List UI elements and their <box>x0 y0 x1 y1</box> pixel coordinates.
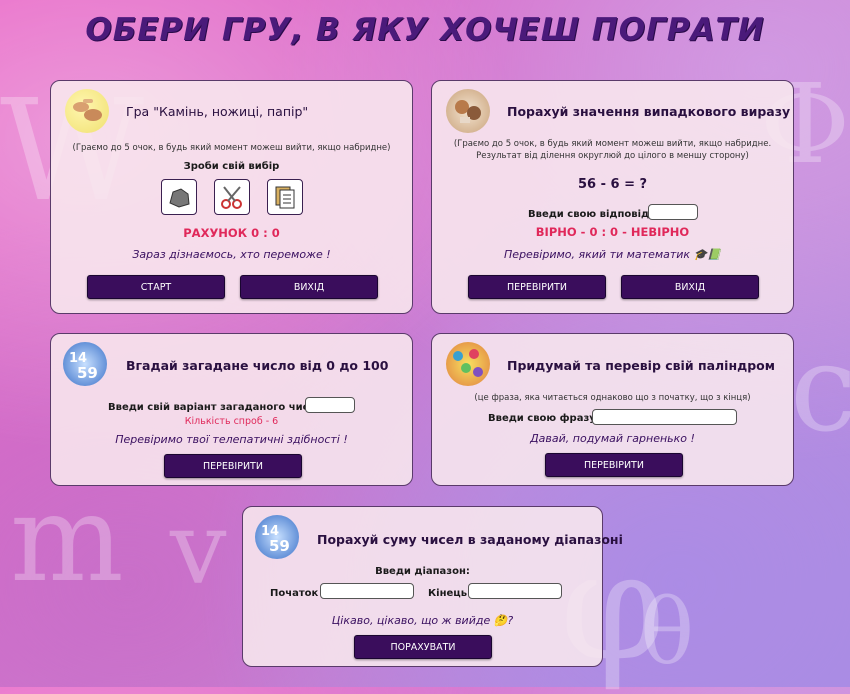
scissors-choice[interactable] <box>214 179 250 215</box>
palindrome-input-label: Введи свою фразу <box>488 413 596 424</box>
palindrome-status: Давай, подумай гарненько ! <box>530 432 695 445</box>
guess-check-button[interactable]: ПЕРЕВІРИТИ <box>164 454 302 478</box>
palindrome-input[interactable] <box>592 409 737 425</box>
calculate-button[interactable]: ПОРАХУВАТИ <box>354 635 492 659</box>
math-card: Порахуй значення випадкового виразу (Гра… <box>431 80 794 314</box>
guess-status: Перевіримо твої телепатичні здібності ! <box>115 433 348 446</box>
rps-card: Гра "Камінь, ножиці, папір" (Граємо до 5… <box>50 80 413 314</box>
palindrome-check-button[interactable]: ПЕРЕВІРИТИ <box>545 453 683 477</box>
sum-start-label: Початок <box>270 588 319 599</box>
rps-exit-button[interactable]: ВИХІД <box>240 275 378 299</box>
guess-attempts: Кількість спроб - 6 <box>184 416 279 427</box>
sum-range-label: Введи діапазон: <box>375 566 470 577</box>
background-glyph: m <box>10 470 124 609</box>
guess-input-label: Введи свій варіант загаданого числа <box>108 402 323 413</box>
rps-hint: (Граємо до 5 очок, в будь який момент мо… <box>72 143 391 153</box>
paper-choice[interactable] <box>267 179 303 215</box>
hands-icon <box>73 99 102 121</box>
sum-logo: 14 59 <box>255 515 299 559</box>
svg-text:59: 59 <box>77 364 98 382</box>
sum-status: Цікаво, цікаво, що ж вийде 🤔? <box>331 614 514 627</box>
palindrome-logo <box>446 342 490 386</box>
rock-icon <box>169 188 190 208</box>
rps-title: Гра "Камінь, ножиці, папір" <box>126 104 309 119</box>
palindrome-hint: (це фраза, яка читається однаково що з п… <box>474 393 751 403</box>
coins-icon <box>455 100 481 123</box>
background-glyph: c <box>790 320 850 459</box>
sum-title: Порахуй суму чисел в заданому діапазоні <box>317 532 623 547</box>
sum-end-label: Кінець <box>428 588 468 599</box>
background-glyph: θ <box>640 580 695 685</box>
math-hint-2: Результат від ділення округлюй до цілого… <box>476 151 749 161</box>
paper-icon <box>275 186 295 209</box>
rock-choice[interactable] <box>161 179 197 215</box>
palindrome-card: Придумай та перевір свій паліндром (це ф… <box>431 333 794 486</box>
scissors-icon <box>221 186 242 209</box>
guess-logo: 14 59 <box>63 342 107 386</box>
rps-logo <box>65 89 109 133</box>
start-button[interactable]: СТАРТ <box>87 275 225 299</box>
math-status: Перевіримо, який ти математик 🎓📗 <box>504 248 721 261</box>
rps-status: Зараз дізнаємось, хто переможе ! <box>132 248 331 261</box>
numbers-icon: 14 59 <box>261 524 290 555</box>
rps-score: РАХУНОК 0 : 0 <box>183 226 280 240</box>
math-exit-button[interactable]: ВИХІД <box>621 275 759 299</box>
background-glyph: v <box>170 490 227 607</box>
guess-card: 14 59 Вгадай загадане число від 0 до 100… <box>50 333 413 486</box>
math-answer-input[interactable] <box>648 204 698 220</box>
math-logo <box>446 89 490 133</box>
sum-end-input[interactable] <box>468 583 562 599</box>
rps-choose-label: Зроби свій вибір <box>183 161 280 172</box>
numbers-icon: 14 59 <box>69 351 98 382</box>
sum-start-input[interactable] <box>320 583 414 599</box>
guess-input[interactable] <box>305 397 355 413</box>
math-check-button[interactable]: ПЕРЕВІРИТИ <box>468 275 606 299</box>
math-answer-label: Введи свою відповідь <box>528 209 656 220</box>
palindrome-title: Придумай та перевір свій паліндром <box>507 358 775 373</box>
math-score: ВІРНО - 0 : 0 - НЕВІРНО <box>535 225 690 239</box>
math-title: Порахуй значення випадкового виразу <box>507 104 791 119</box>
math-expression: 56 - 6 = ? <box>577 177 648 192</box>
svg-text:59: 59 <box>269 537 290 555</box>
math-hint-1: (Граємо до 5 очок, в будь який момент мо… <box>453 139 772 149</box>
guess-title: Вгадай загадане число від 0 до 100 <box>126 358 389 373</box>
sum-card: 14 59 Порахуй суму чисел в заданому діап… <box>242 506 623 667</box>
letters-icon <box>453 349 483 377</box>
page-title: ОБЕРИ ГРУ, В ЯКУ ХОЧЕШ ПОГРАТИ <box>85 12 765 48</box>
